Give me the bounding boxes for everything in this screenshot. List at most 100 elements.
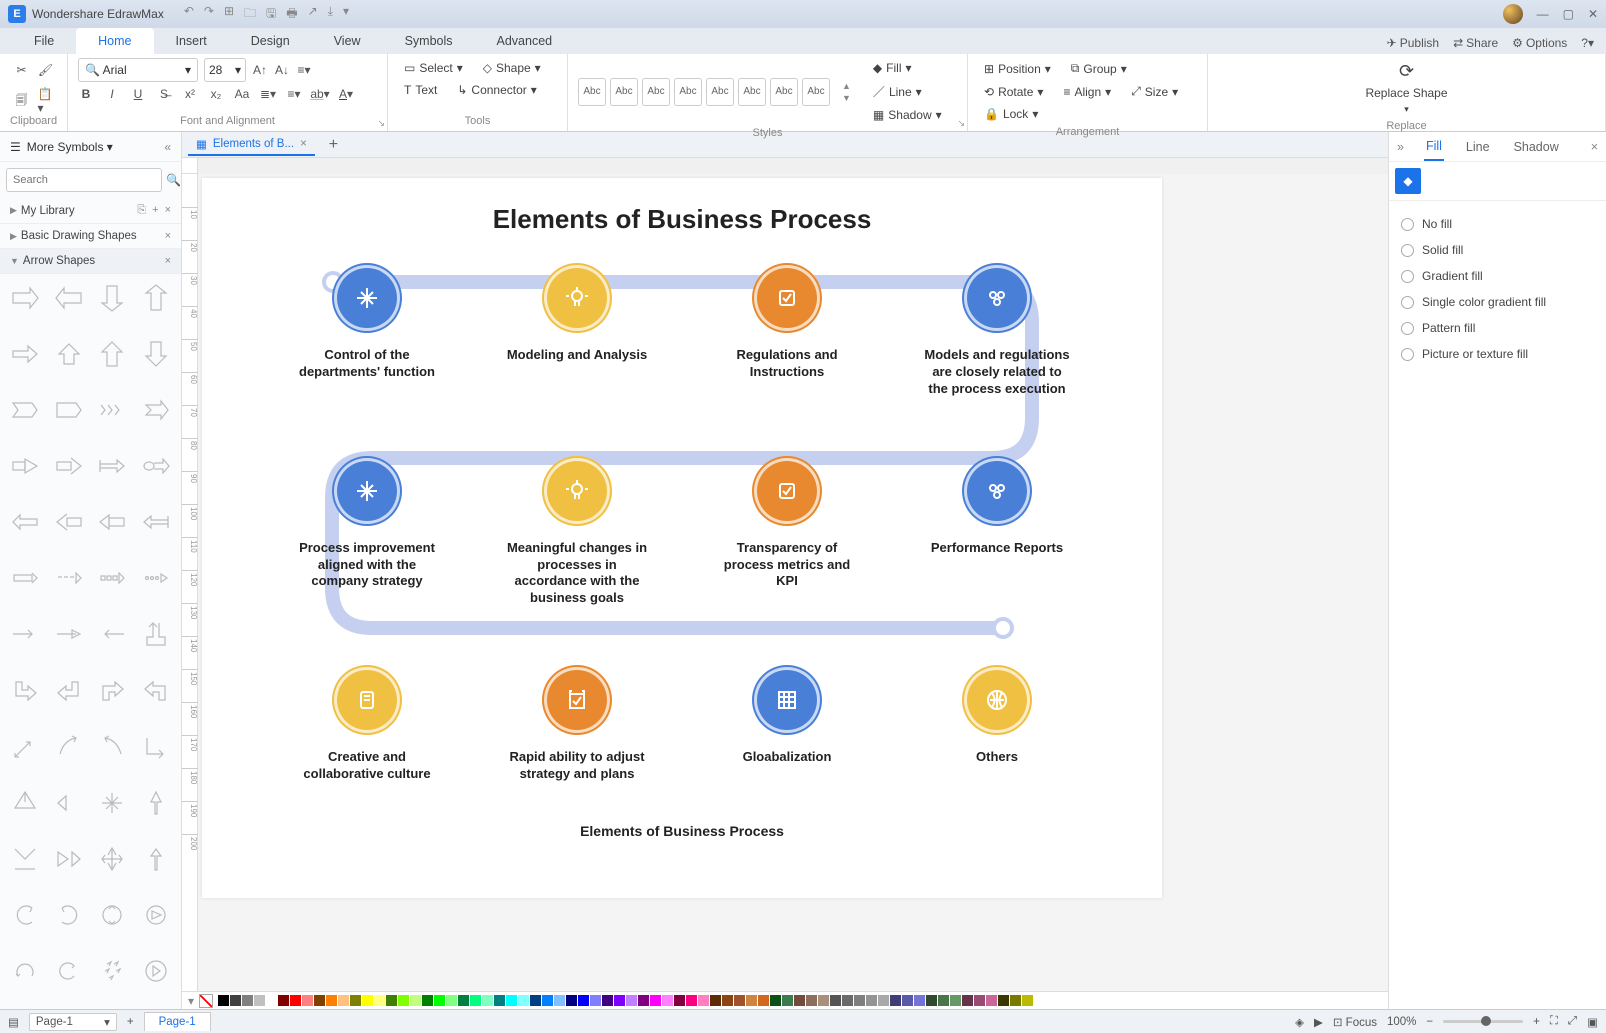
diagram-node[interactable]: Process improvement aligned with the com… (292, 458, 442, 608)
color-swatch[interactable] (842, 995, 853, 1006)
position-button[interactable]: ⊞ Position▾ (978, 59, 1057, 79)
color-swatch[interactable] (974, 995, 985, 1006)
color-swatch[interactable] (338, 995, 349, 1006)
arrow-shape[interactable] (137, 616, 175, 652)
color-swatch[interactable] (698, 995, 709, 1006)
color-swatch[interactable] (518, 995, 529, 1006)
arrow-shape[interactable] (137, 673, 175, 709)
color-swatch[interactable] (638, 995, 649, 1006)
arrow-shape[interactable] (6, 785, 44, 821)
font-launcher-icon[interactable]: ↘ (377, 118, 385, 129)
copy-icon[interactable]: 🗐 (14, 93, 30, 109)
qat-more-icon[interactable]: ▾ (343, 4, 349, 25)
arrow-shape[interactable] (137, 280, 175, 316)
color-swatch[interactable] (794, 995, 805, 1006)
more-symbols-title[interactable]: More Symbols ▾ (27, 140, 113, 154)
arrow-shape[interactable] (137, 953, 175, 989)
fit-page-icon[interactable]: ⛶ (1550, 1015, 1558, 1028)
color-swatch[interactable] (482, 995, 493, 1006)
style-swatch[interactable]: Abc (802, 78, 830, 106)
tab-design[interactable]: Design (229, 28, 312, 54)
arrow-shape[interactable] (94, 336, 132, 372)
color-swatch[interactable] (998, 995, 1009, 1006)
close-panel-icon[interactable]: × (1591, 140, 1598, 154)
import-icon[interactable]: ⤓ (328, 4, 333, 25)
color-swatch[interactable] (362, 995, 373, 1006)
color-swatch[interactable] (614, 995, 625, 1006)
replace-shape-button[interactable]: ⟳ Replace Shape ▾ (1359, 58, 1453, 118)
color-swatch[interactable] (410, 995, 421, 1006)
arrow-shape[interactable] (6, 897, 44, 933)
tab-home[interactable]: Home (76, 28, 153, 54)
window-close-icon[interactable]: ✕ (1588, 7, 1598, 21)
color-swatch[interactable] (278, 995, 289, 1006)
no-fill-swatch[interactable] (199, 994, 213, 1008)
arrow-shape[interactable] (50, 504, 88, 540)
diagram-node[interactable]: Others (922, 667, 1072, 783)
arrow-shape[interactable] (137, 897, 175, 933)
color-swatch[interactable] (434, 995, 445, 1006)
style-swatch[interactable]: Abc (578, 78, 606, 106)
arrow-shape[interactable] (6, 448, 44, 484)
style-scroll-down-icon[interactable]: ▼ (842, 93, 851, 103)
lib-basic-shapes[interactable]: ▶Basic Drawing Shapes × (0, 224, 181, 249)
add-page-icon[interactable]: + (127, 1016, 134, 1028)
hamburger-icon[interactable]: ☰ (10, 140, 21, 154)
color-swatch[interactable] (542, 995, 553, 1006)
collapse-sidebar-icon[interactable]: « (164, 140, 171, 154)
help-icon[interactable]: ?▾ (1581, 36, 1594, 50)
color-swatch[interactable] (374, 995, 385, 1006)
arrow-shape[interactable] (137, 560, 175, 596)
close-tab-icon[interactable]: × (300, 138, 307, 150)
fill-option-pattern[interactable]: Pattern fill (1401, 315, 1594, 341)
color-swatch[interactable] (938, 995, 949, 1006)
window-maximize-icon[interactable]: ▢ (1563, 7, 1574, 21)
zoom-out-icon[interactable]: − (1426, 1016, 1433, 1028)
panel-tab-shadow[interactable]: Shadow (1512, 134, 1561, 160)
arrow-shape[interactable] (50, 448, 88, 484)
diagram-node[interactable]: Regulations and Instructions (712, 265, 862, 398)
font-size-select[interactable]: 28▾ (204, 58, 246, 82)
connector-tool[interactable]: ↳ Connector ▾ (451, 80, 542, 100)
color-swatch[interactable] (962, 995, 973, 1006)
arrow-shape[interactable] (50, 673, 88, 709)
focus-button[interactable]: ⊡ Focus (1333, 1015, 1377, 1029)
color-swatch[interactable] (242, 995, 253, 1006)
arrow-shape[interactable] (6, 953, 44, 989)
bullets-icon[interactable]: ≣▾ (260, 86, 276, 102)
color-swatch[interactable] (530, 995, 541, 1006)
diagram-node[interactable]: Meaningful changes in processes in accor… (502, 458, 652, 608)
color-swatch[interactable] (674, 995, 685, 1006)
font-family-select[interactable]: 🔍 Arial▾ (78, 58, 198, 82)
arrow-shape[interactable] (50, 841, 88, 877)
window-minimize-icon[interactable]: — (1537, 7, 1549, 21)
select-tool[interactable]: ▭ Select ▾ (398, 58, 469, 78)
color-swatch[interactable] (986, 995, 997, 1006)
color-swatch[interactable] (830, 995, 841, 1006)
format-painter-icon[interactable]: 🖌 (38, 62, 54, 78)
page-tab[interactable]: Page-1 (144, 1012, 211, 1031)
text-tool[interactable]: T Text (398, 80, 443, 100)
color-swatch[interactable] (506, 995, 517, 1006)
arrow-shape[interactable] (6, 336, 44, 372)
panel-tab-fill[interactable]: Fill (1424, 133, 1444, 161)
new-tab-icon[interactable]: + (323, 136, 344, 154)
color-swatch[interactable] (398, 995, 409, 1006)
lib-add-icon[interactable]: + (152, 204, 158, 217)
color-swatch[interactable] (770, 995, 781, 1006)
color-swatch[interactable] (722, 995, 733, 1006)
case-icon[interactable]: Aa (234, 86, 250, 102)
print-icon[interactable]: 🖶 (286, 4, 297, 25)
arrow-shape[interactable] (6, 504, 44, 540)
color-swatch[interactable] (494, 995, 505, 1006)
page-selector[interactable]: Page-1▾ (29, 1013, 117, 1031)
open-icon[interactable]: 🗀 (244, 4, 256, 25)
bold-icon[interactable]: B (78, 86, 94, 102)
highlight-icon[interactable]: ab▾ (312, 86, 328, 102)
increase-font-icon[interactable]: A↑ (252, 62, 268, 78)
arrow-shape[interactable] (50, 729, 88, 765)
underline-icon[interactable]: U (130, 86, 146, 102)
diagram-node[interactable]: Models and regulations are closely relat… (922, 265, 1072, 398)
arrow-shape[interactable] (50, 953, 88, 989)
arrow-shape[interactable] (94, 841, 132, 877)
